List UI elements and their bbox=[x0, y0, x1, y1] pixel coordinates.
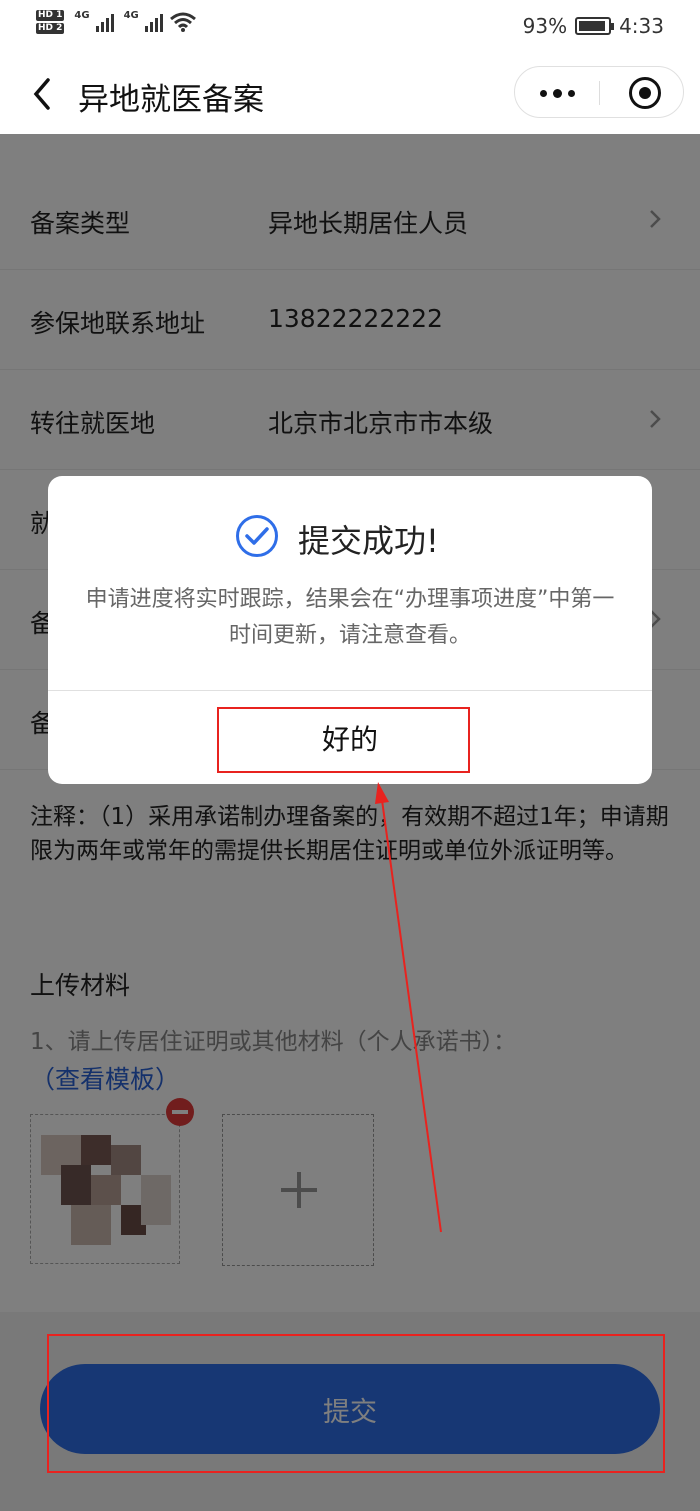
annotation-arrow-icon bbox=[375, 782, 442, 1233]
